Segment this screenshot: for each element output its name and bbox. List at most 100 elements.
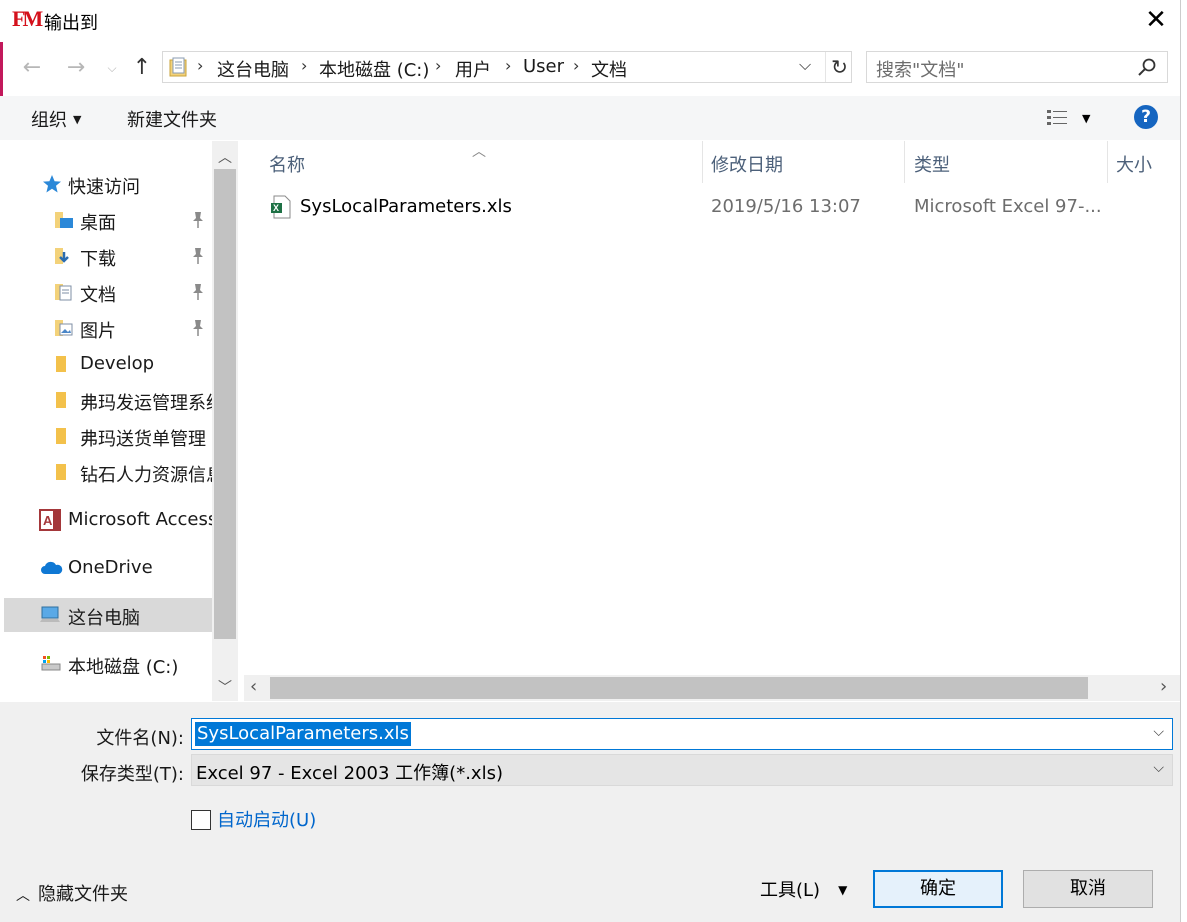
nav-item-folder[interactable]: 钻石人力资源信息 [0,455,212,489]
column-header-modified[interactable]: 修改日期 [711,151,783,177]
breadcrumb-users[interactable]: 用户 [455,56,491,82]
close-icon: ✕ [1145,5,1167,35]
scroll-down-icon[interactable]: ﹀ [212,677,238,697]
chevron-down-icon[interactable]: ⌵ [1153,724,1164,740]
column-header-size[interactable]: 大小 [1116,151,1152,177]
file-name: SysLocalParameters.xls [300,196,512,217]
pin-icon[interactable] [190,283,206,301]
scroll-right-icon[interactable]: › [1160,676,1167,697]
refresh-icon: ↻ [831,55,848,79]
help-icon: ? [1141,107,1151,127]
view-details-icon[interactable] [1046,108,1068,128]
cancel-button[interactable]: 取消 [1023,870,1153,908]
access-icon: A [39,509,61,531]
file-modified: 2019/5/16 13:07 [711,196,861,217]
up-button[interactable]: ↑ [128,54,156,82]
nav-label: 下载 [80,249,116,270]
file-list: ︿ 名称 修改日期 类型 大小 X SysLocalParameters.xls… [240,141,1180,701]
column-divider[interactable] [702,141,703,183]
nav-item-downloads[interactable]: 下载 [0,239,212,273]
hide-folders-button[interactable]: ︿ 隐藏文件夹 [16,880,128,906]
breadcrumb-documents[interactable]: 文档 [591,56,627,82]
refresh-button[interactable]: ↻ [825,52,853,82]
caret-down-icon: ▼ [838,883,848,897]
computer-icon [40,606,60,622]
chevron-up-icon: ︿ [16,888,30,904]
breadcrumb-separator-icon: › [197,56,204,75]
cloud-icon [41,561,63,574]
breadcrumb-separator-icon: › [505,56,512,75]
breadcrumb-this-pc[interactable]: 这台电脑 [217,56,289,82]
filetype-select[interactable]: Excel 97 - Excel 2003 工作簿(*.xls) ⌵ [191,754,1173,786]
breadcrumb-separator-icon: › [301,56,308,75]
nav-item-onedrive[interactable]: OneDrive [0,551,212,585]
nav-item-local-disk[interactable]: 本地磁盘 (C:) [0,647,212,681]
filetype-value: Excel 97 - Excel 2003 工作簿(*.xls) [196,763,503,784]
nav-item-desktop[interactable]: 桌面 [0,203,212,237]
autostart-label[interactable]: 自动启动(U) [217,806,316,832]
ok-button[interactable]: 确定 [873,870,1003,908]
breadcrumb-user[interactable]: User [523,56,564,77]
help-button[interactable]: ? [1134,105,1158,129]
back-button[interactable]: ← [18,54,46,82]
nav-item-folder[interactable]: 弗玛发运管理系统 [0,383,212,417]
search-input[interactable]: 搜索"文档" [866,51,1168,83]
title-bar: FM 输出到 ✕ [0,0,1180,42]
horizontal-scrollbar[interactable]: ‹ › [244,675,1180,701]
scroll-up-icon[interactable]: ︿ [212,147,238,167]
excel-file-icon: X [271,195,291,219]
filename-value: SysLocalParameters.xls [195,722,411,746]
nav-item-folder[interactable]: 弗玛送货单管理 [0,419,212,453]
breadcrumb-separator-icon: › [435,56,442,75]
nav-item-microsoft-access[interactable]: A Microsoft Access [0,503,212,537]
address-bar[interactable]: › 这台电脑 › 本地磁盘 (C:) › 用户 › User › 文档 ⌵ ↻ [162,51,852,83]
column-divider[interactable] [1107,141,1108,183]
address-history-dropdown[interactable]: ⌵ [799,55,811,75]
background-window-edge [1180,0,1187,922]
nav-label: 钻石人力资源信息 [80,465,212,486]
folder-icon [56,392,66,408]
nav-quick-access[interactable]: 快速访问 [0,167,212,201]
window-title: 输出到 [44,13,98,34]
recent-locations-button[interactable]: ⌵ [98,54,126,82]
view-options-caret-icon[interactable]: ▼ [1082,112,1090,125]
documents-folder-icon [55,284,72,301]
nav-item-pictures[interactable]: 图片 [0,311,212,345]
tools-menu-button[interactable]: 工具(L) ▼ [760,876,847,902]
organize-menu[interactable]: 组织 ▼ [31,106,81,132]
nav-item-documents[interactable]: 文档 [0,275,212,309]
nav-label: 快速访问 [68,177,140,198]
file-row[interactable]: X SysLocalParameters.xls 2019/5/16 13:07… [268,191,1168,225]
nav-item-develop[interactable]: Develop [0,347,212,381]
column-header-type[interactable]: 类型 [914,151,950,177]
nav-item-this-pc[interactable]: 这台电脑 [4,598,212,632]
new-folder-button[interactable]: 新建文件夹 [127,106,217,132]
save-options-panel: 文件名(N): SysLocalParameters.xls ⌵ 保存类型(T)… [0,702,1180,922]
column-header-name[interactable]: 名称 [269,151,305,177]
column-divider[interactable] [904,141,905,183]
pin-icon[interactable] [190,211,206,229]
address-row: ← → ⌵ ↑ › 这台电脑 › 本地磁盘 (C:) › 用户 › User ›… [0,48,1180,90]
scroll-left-icon[interactable]: ‹ [250,676,257,697]
nav-label: 图片 [80,321,116,342]
search-icon [1138,58,1156,76]
sort-ascending-icon: ︿ [472,144,486,160]
filename-input[interactable]: SysLocalParameters.xls ⌵ [191,718,1173,750]
nav-label: OneDrive [68,557,153,578]
star-icon [43,175,61,193]
organize-label: 组织 [31,110,67,131]
forward-button[interactable]: → [62,54,90,82]
nav-label: 弗玛送货单管理 [80,429,206,450]
close-button[interactable]: ✕ [1138,4,1174,38]
arrow-up-icon: ↑ [132,55,152,80]
caret-down-icon: ▼ [73,113,82,126]
autostart-checkbox[interactable] [191,810,211,830]
chevron-down-icon: ⌵ [1153,760,1164,776]
pin-icon[interactable] [190,319,206,337]
breadcrumb-local-disk[interactable]: 本地磁盘 (C:) [319,56,429,82]
pin-icon[interactable] [190,247,206,265]
scrollbar-thumb[interactable] [214,169,236,639]
nav-scrollbar[interactable]: ︿ ﹀ [212,141,238,701]
breadcrumb-separator-icon: › [573,56,580,75]
scrollbar-thumb[interactable] [270,677,1088,699]
